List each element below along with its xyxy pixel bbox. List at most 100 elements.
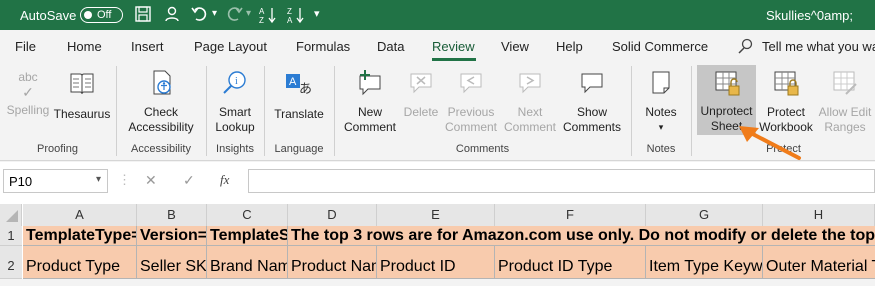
column-header-f[interactable]: F bbox=[495, 204, 646, 226]
cell-b1[interactable]: Version=20 bbox=[137, 226, 207, 246]
row-header-2[interactable]: 2 bbox=[0, 246, 22, 279]
cell-g2[interactable]: Item Type Keyword bbox=[646, 246, 763, 279]
new-comment-button[interactable]: New Comment bbox=[340, 68, 400, 135]
unprotect-sheet-icon bbox=[715, 71, 739, 96]
cell-h2[interactable]: Outer Material Type bbox=[763, 246, 875, 279]
comments-group-label: Comments bbox=[455, 143, 510, 155]
customize-toolbar-icon[interactable]: ▾ bbox=[314, 7, 320, 20]
proofing-group-label: Proofing bbox=[37, 143, 78, 155]
cell-b2[interactable]: Seller SKU bbox=[137, 246, 207, 279]
title-bar: AutoSave Off ▾ ▾ AZ ZA ▾ Skullies^0amp; bbox=[0, 0, 875, 30]
column-header-g[interactable]: G bbox=[646, 204, 763, 226]
tab-insert[interactable]: Insert bbox=[131, 39, 164, 54]
select-all-corner[interactable] bbox=[0, 204, 22, 226]
tab-review[interactable]: Review bbox=[432, 39, 475, 54]
next-comment-button: Next Comment bbox=[500, 68, 560, 135]
autosave-label: AutoSave bbox=[20, 8, 77, 23]
show-comments-label-1: Show bbox=[576, 105, 608, 119]
sort-az-icon[interactable]: AZ bbox=[258, 5, 278, 30]
translate-button[interactable]: Aあ Translate bbox=[268, 68, 330, 122]
redo-dropdown-icon: ▾ bbox=[246, 8, 252, 19]
smart-lookup-button[interactable]: i Smart Lookup bbox=[210, 68, 260, 135]
undo-icon[interactable] bbox=[190, 5, 210, 28]
allow-edit-ranges-icon bbox=[833, 71, 857, 95]
tab-solid-commerce[interactable]: Solid Commerce bbox=[612, 39, 708, 54]
formula-bar-grip-icon: ⋮ bbox=[118, 172, 131, 187]
tab-data[interactable]: Data bbox=[377, 39, 404, 54]
notes-dropdown-icon: ▾ bbox=[658, 122, 664, 132]
notes-group-label: Notes bbox=[646, 143, 676, 155]
lightbulb-search-icon bbox=[738, 38, 754, 57]
translate-label: Translate bbox=[274, 107, 324, 121]
annotation-arrow-icon bbox=[739, 126, 801, 160]
save-icon[interactable] bbox=[134, 5, 152, 28]
next-comment-label-2: Comment bbox=[503, 120, 556, 134]
notes-button[interactable]: Notes ▾ bbox=[638, 68, 684, 135]
show-comments-icon bbox=[581, 73, 603, 94]
smart-lookup-label-2: Lookup bbox=[215, 120, 255, 134]
delete-label: Delete bbox=[403, 105, 439, 119]
insights-group-label: Insights bbox=[216, 143, 254, 155]
svg-text:A: A bbox=[287, 16, 293, 25]
cell-a1[interactable]: TemplateType=fp bbox=[23, 226, 137, 246]
allow-edit-label-1: Allow Edit bbox=[818, 105, 872, 119]
tab-formulas[interactable]: Formulas bbox=[296, 39, 350, 54]
cell-e2[interactable]: Product ID bbox=[377, 246, 495, 279]
cell-d2[interactable]: Product Name bbox=[288, 246, 377, 279]
new-comment-label-2: Comment bbox=[343, 120, 396, 134]
column-header-b[interactable]: B bbox=[137, 204, 207, 226]
column-header-d[interactable]: D bbox=[288, 204, 377, 226]
toggle-knob bbox=[84, 11, 92, 19]
tell-me-input[interactable]: Tell me what you want bbox=[762, 39, 875, 54]
cell-c2[interactable]: Brand Name bbox=[207, 246, 288, 279]
insert-function-icon[interactable]: fx bbox=[220, 172, 229, 188]
cell-c1[interactable]: TemplateSig bbox=[207, 226, 288, 246]
spelling-button: abc ✓ Spelling bbox=[3, 68, 53, 118]
tab-view[interactable]: View bbox=[501, 39, 529, 54]
tab-home[interactable]: Home bbox=[67, 39, 102, 54]
protect-workbook-label-1: Protect bbox=[766, 105, 805, 119]
tab-page-layout[interactable]: Page Layout bbox=[194, 39, 267, 54]
confirm-entry-icon: ✓ bbox=[183, 172, 195, 188]
formula-bar: P10 ▾ ⋮ ✕ ✓ fx bbox=[0, 162, 875, 202]
cell-d1[interactable]: The top 3 rows are for Amazon.com use on… bbox=[288, 226, 875, 246]
row-header-1[interactable]: 1 bbox=[0, 226, 22, 246]
redo-icon bbox=[224, 5, 244, 28]
cell-a2[interactable]: Product Type bbox=[23, 246, 137, 279]
user-icon[interactable] bbox=[163, 5, 181, 28]
check-accessibility-button[interactable]: Check Accessibility bbox=[122, 68, 200, 135]
tab-file[interactable]: File bbox=[15, 39, 36, 54]
undo-dropdown-icon[interactable]: ▾ bbox=[212, 8, 217, 19]
unprotect-sheet-label-1: Unprotect bbox=[700, 104, 753, 118]
svg-text:A: A bbox=[289, 76, 297, 88]
show-comments-button[interactable]: Show Comments bbox=[560, 68, 624, 135]
thesaurus-icon bbox=[70, 73, 94, 95]
column-header-a[interactable]: A bbox=[23, 204, 137, 226]
thesaurus-label: Thesaurus bbox=[53, 107, 111, 121]
tab-help[interactable]: Help bbox=[556, 39, 583, 54]
cell-f2[interactable]: Product ID Type bbox=[495, 246, 646, 279]
column-header-h[interactable]: H bbox=[763, 204, 875, 226]
thesaurus-button[interactable]: Thesaurus bbox=[53, 68, 111, 122]
delete-comment-icon bbox=[410, 73, 432, 94]
svg-text:Z: Z bbox=[259, 16, 264, 25]
delete-comment-button: Delete bbox=[400, 68, 442, 120]
language-group-label: Language bbox=[274, 143, 324, 155]
sort-za-icon[interactable]: ZA bbox=[286, 5, 306, 30]
svg-text:A: A bbox=[259, 7, 265, 16]
new-comment-icon bbox=[359, 70, 381, 96]
active-tab-underline bbox=[432, 58, 476, 61]
autosave-toggle[interactable]: Off bbox=[80, 7, 123, 23]
name-box-value: P10 bbox=[9, 174, 33, 189]
column-header-c[interactable]: C bbox=[207, 204, 288, 226]
column-header-e[interactable]: E bbox=[377, 204, 495, 226]
allow-edit-label-2: Ranges bbox=[824, 120, 866, 134]
formula-input[interactable] bbox=[248, 169, 875, 193]
name-box-dropdown-icon[interactable]: ▾ bbox=[96, 174, 101, 185]
autosave-state: Off bbox=[97, 9, 112, 21]
svg-text:あ: あ bbox=[299, 82, 312, 97]
name-box[interactable]: P10 ▾ bbox=[3, 169, 108, 193]
notes-label: Notes bbox=[645, 105, 677, 119]
smart-lookup-icon: i bbox=[223, 71, 246, 94]
allow-edit-ranges-button: Allow Edit Ranges bbox=[815, 68, 875, 135]
